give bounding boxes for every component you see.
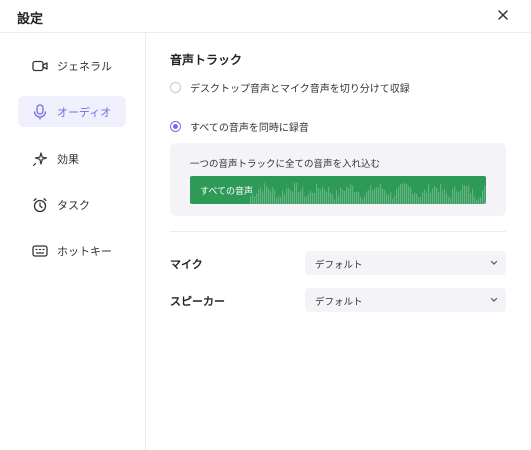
- microphone-label: マイク: [170, 258, 203, 271]
- microphone-icon: [32, 103, 48, 120]
- close-icon: [498, 10, 508, 20]
- option-record-all[interactable]: すべての音声を同時に録音: [170, 119, 309, 134]
- sidebar-item-label: タスク: [57, 198, 90, 212]
- sparkle-icon: [32, 151, 48, 167]
- sidebar-item-audio[interactable]: オーディオ: [18, 96, 126, 127]
- window-title: 設定: [17, 12, 44, 27]
- camera-icon: [32, 58, 48, 74]
- sidebar-item-label: ジェネラル: [57, 59, 112, 73]
- option-label: すべての音声を同時に録音: [190, 123, 309, 134]
- speaker-label: スピーカー: [170, 295, 225, 308]
- sidebar-item-label: ホットキー: [57, 244, 112, 258]
- single-track-info: 一つの音声トラックに全ての音声を入れ込む すべての音声: [170, 143, 506, 216]
- radio-button-selected[interactable]: [170, 121, 181, 132]
- microphone-select[interactable]: デフォルト: [305, 251, 506, 275]
- alarm-clock-icon: [32, 197, 48, 213]
- section-title: 音声トラック: [170, 53, 243, 67]
- radio-button[interactable]: [170, 82, 181, 93]
- info-text: 一つの音声トラックに全ての音声を入れ込む: [190, 159, 381, 170]
- option-separate-tracks[interactable]: デスクトップ音声とマイク音声を切り分けて収録: [170, 80, 410, 95]
- sidebar-item-label: オーディオ: [57, 105, 112, 119]
- select-value: デフォルト: [315, 297, 363, 308]
- select-value: デフォルト: [315, 260, 363, 271]
- option-label: デスクトップ音声とマイク音声を切り分けて収録: [190, 84, 410, 95]
- divider: [170, 231, 506, 232]
- title-bar: 設定: [0, 0, 531, 33]
- sidebar-item-hotkeys[interactable]: ホットキー: [18, 235, 126, 266]
- sidebar-item-general[interactable]: ジェネラル: [18, 50, 126, 81]
- close-button[interactable]: [493, 5, 513, 25]
- audio-settings-panel: 音声トラック デスクトップ音声とマイク音声を切り分けて収録 すべての音声を同時に…: [146, 33, 531, 450]
- sidebar-item-effects[interactable]: 効果: [18, 143, 126, 174]
- chevron-down-icon: [490, 260, 498, 265]
- chevron-down-icon: [490, 297, 498, 302]
- speaker-select[interactable]: デフォルト: [305, 288, 506, 312]
- sidebar-item-tasks[interactable]: タスク: [18, 189, 126, 220]
- track-label: すべての音声: [200, 187, 254, 197]
- keyboard-icon: [32, 243, 48, 259]
- waveform-graphic: [250, 182, 486, 204]
- audio-track-bar: すべての音声: [190, 176, 486, 204]
- sidebar-item-label: 効果: [57, 152, 79, 166]
- sidebar: ジェネラル オーディオ 効果 タスク ホットキー: [0, 33, 146, 450]
